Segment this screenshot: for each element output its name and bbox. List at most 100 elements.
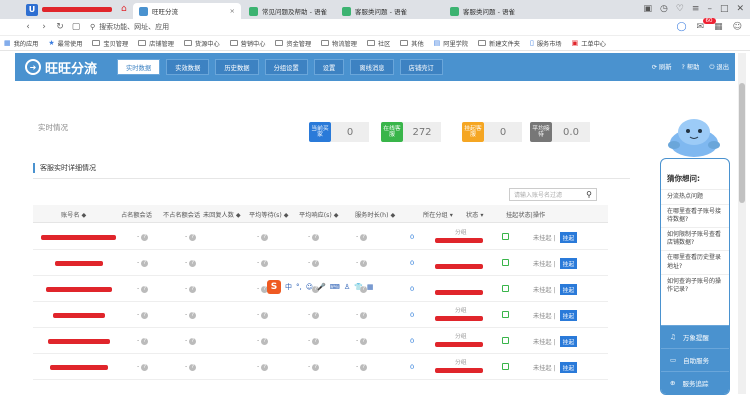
bookmark-item[interactable]: 其他 <box>400 39 424 48</box>
bookmark-item[interactable]: ▯ 服务市场 <box>530 39 562 48</box>
nav-tab[interactable]: 离线消息 <box>350 59 394 75</box>
help-icon[interactable]: ? <box>360 338 368 345</box>
nav-tab[interactable]: 设置 <box>313 59 345 75</box>
ime-tool-icon[interactable]: ▦ <box>367 283 374 291</box>
tabs-icon[interactable]: ▣ <box>643 4 652 14</box>
back-icon[interactable]: ‹ <box>20 22 36 32</box>
sogou-logo-icon[interactable]: S <box>267 280 281 294</box>
bookmark-item[interactable]: 营销中心 <box>229 39 265 48</box>
url-input[interactable]: ⚲ 搜索功能、网址、应用 <box>90 22 169 32</box>
bookmark-item[interactable]: ▣ 工单中心 <box>572 39 606 48</box>
status-checkbox[interactable] <box>502 259 509 266</box>
ime-tool-icon[interactable]: ♙ <box>344 283 350 291</box>
forward-icon[interactable]: › <box>36 22 52 32</box>
help-icon[interactable]: ? <box>312 234 320 241</box>
help-icon[interactable]: ? <box>312 338 320 345</box>
profile-icon[interactable]: ☺ <box>733 22 742 32</box>
nav-tab[interactable]: 分组设置 <box>264 59 308 75</box>
help-icon[interactable]: ? <box>360 312 368 319</box>
reader-icon[interactable]: ▢ <box>68 22 84 32</box>
scrollbar-thumb[interactable] <box>739 83 745 203</box>
help-icon[interactable]: ? <box>360 260 368 267</box>
assistant-mascot-icon[interactable] <box>666 117 722 159</box>
status-checkbox[interactable] <box>502 233 509 240</box>
column-header[interactable]: 平均等待(s) ◆ <box>249 210 289 219</box>
nav-tab[interactable]: 实效数据 <box>166 59 210 75</box>
bookmark-item[interactable]: ▤ 阿里学院 <box>434 39 468 48</box>
nav-tab[interactable]: 实时数据 <box>117 59 161 75</box>
help-icon[interactable]: ? <box>189 234 197 241</box>
ime-tool-icon[interactable]: 中 <box>285 282 292 292</box>
help-icon[interactable]: ? <box>312 260 320 267</box>
column-header[interactable]: 状态 ▾ <box>466 210 483 219</box>
column-header[interactable]: 未回复人数 ◆ <box>203 210 241 219</box>
column-header[interactable]: 平均响应(s) ◆ <box>299 210 339 219</box>
help-icon[interactable]: ? <box>189 286 197 293</box>
assistant-button[interactable]: ♫ 万象提醒 <box>661 325 729 348</box>
shield-check-icon[interactable]: ◯ <box>676 22 686 32</box>
nav-tab[interactable]: 店铺壳订 <box>399 59 443 75</box>
assistant-button[interactable]: ⊕ 服务追踪 <box>661 371 729 394</box>
help-icon[interactable]: ? <box>189 364 197 371</box>
suspend-button[interactable]: 挂起 <box>559 362 578 373</box>
bookmark-item[interactable]: 宝贝管理 <box>92 39 128 48</box>
maximize-icon[interactable]: □ <box>720 4 729 14</box>
suspend-button[interactable]: 挂起 <box>559 336 578 347</box>
status-checkbox[interactable] <box>502 285 509 292</box>
suspend-button[interactable]: 挂起 <box>559 232 578 243</box>
tab-service-q2[interactable]: 客服类问题 - 语雀 <box>444 3 544 19</box>
help-icon[interactable]: ? <box>312 364 320 371</box>
bookmark-item[interactable]: 资金管理 <box>275 39 311 48</box>
ime-tool-icon[interactable]: ☺ <box>306 283 313 291</box>
browser-logo-icon[interactable]: U <box>26 4 38 16</box>
help-icon[interactable]: ? <box>141 338 149 345</box>
account-filter-input[interactable]: 请输入账号名过滤 ⚲ <box>509 188 597 201</box>
refresh-link[interactable]: ⟳ 刷新 <box>652 62 672 72</box>
bookmark-item[interactable]: ★ 最常使用 <box>48 39 82 48</box>
status-checkbox[interactable] <box>502 363 509 370</box>
status-checkbox[interactable] <box>502 337 509 344</box>
help-icon[interactable]: ? <box>189 312 197 319</box>
help-icon[interactable]: ? <box>141 312 149 319</box>
tab-wangwang[interactable]: 旺旺分流 × <box>133 3 241 19</box>
help-icon[interactable]: ? <box>261 234 269 241</box>
help-icon[interactable]: ? <box>261 338 269 345</box>
bookmark-item[interactable]: 店铺管理 <box>138 39 174 48</box>
suspend-button[interactable]: 挂起 <box>559 284 578 295</box>
help-icon[interactable]: ? <box>360 364 368 371</box>
column-header[interactable]: 账号名 ◆ <box>61 210 86 219</box>
column-header[interactable]: 所在分组 ▾ <box>423 210 453 219</box>
help-icon[interactable]: ? <box>261 260 269 267</box>
status-checkbox[interactable] <box>502 311 509 318</box>
faq-link[interactable]: 如何限制子账号查看店铺数据? <box>661 227 729 250</box>
help-icon[interactable]: ? <box>189 338 197 345</box>
page-scrollbar[interactable] <box>738 53 746 394</box>
column-header[interactable]: 不占名额会话 <box>163 210 200 219</box>
suspend-button[interactable]: 挂起 <box>559 310 578 321</box>
ime-tool-icon[interactable]: °, <box>296 283 302 291</box>
suspend-button[interactable]: 挂起 <box>559 258 578 269</box>
assistant-button[interactable]: ▭ 自助服务 <box>661 348 729 371</box>
column-header[interactable]: 服务时长(h) ◆ <box>355 210 395 219</box>
home-icon[interactable]: ⌂ <box>121 4 127 14</box>
nav-tab[interactable]: 历史数据 <box>215 59 259 75</box>
help-icon[interactable]: ? <box>360 234 368 241</box>
help-icon[interactable]: ? <box>141 286 149 293</box>
menu-icon[interactable]: ≡ <box>692 4 700 14</box>
tab-service-q1[interactable]: 客服类问题 - 语雀 <box>336 3 436 19</box>
help-icon[interactable]: ? <box>261 364 269 371</box>
tab-faq[interactable]: 常见问题及帮助 - 语雀 <box>243 3 333 19</box>
help-icon[interactable]: ? <box>141 234 149 241</box>
bookmark-item[interactable]: 新建文件夹 <box>478 39 520 48</box>
logout-link[interactable]: ⏻ 退出 <box>709 62 729 72</box>
faq-link[interactable]: 分流热点问题 <box>661 189 729 204</box>
column-header[interactable]: 占名额会话 <box>121 210 152 219</box>
clock-icon[interactable]: ◷ <box>660 4 668 14</box>
faq-link[interactable]: 在哪里查看子账号接待数据? <box>661 204 729 227</box>
bookmark-item[interactable]: 货源中心 <box>183 39 220 48</box>
help-icon[interactable]: ? <box>312 312 320 319</box>
faq-link[interactable]: 如何查询子账号的操作记录? <box>661 273 729 297</box>
help-icon[interactable]: ? <box>189 260 197 267</box>
bookmark-item[interactable]: 物流管理 <box>321 39 357 48</box>
search-icon[interactable]: ⚲ <box>586 190 592 199</box>
